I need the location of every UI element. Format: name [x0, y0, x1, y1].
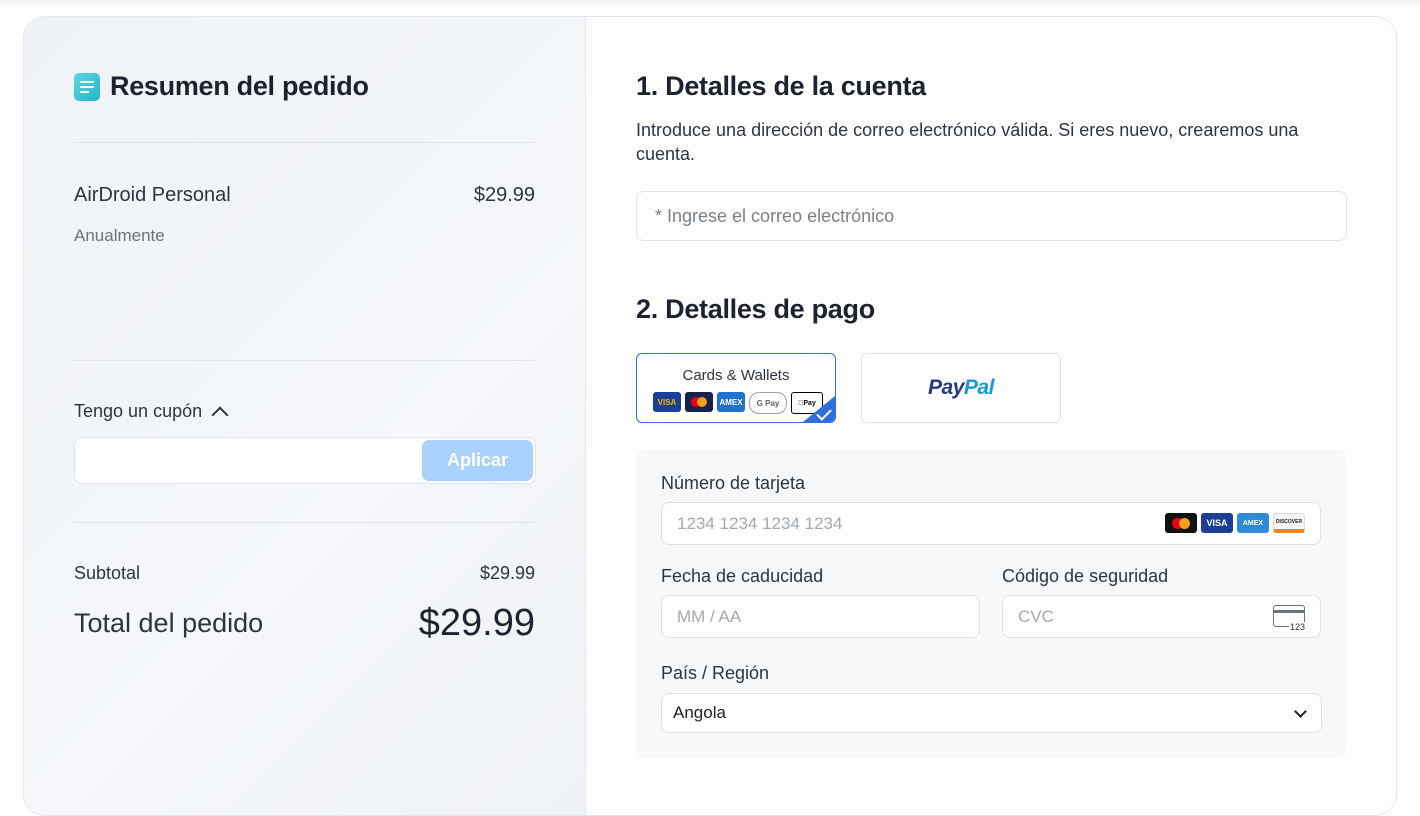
coupon-toggle[interactable]: Tengo un cupón [74, 401, 229, 423]
cards-wallets-label: Cards & Wallets [682, 367, 790, 384]
cvc-label: Código de seguridad [1002, 566, 1169, 586]
top-shadow [0, 0, 1420, 8]
product-name: AirDroid Personal [74, 184, 231, 206]
mastercard-icon [685, 392, 713, 412]
divider [74, 522, 535, 523]
country-select[interactable]: Angola [661, 693, 1322, 733]
expiry-label: Fecha de caducidad [661, 566, 824, 586]
cvc-wrap: 123 [1002, 595, 1321, 638]
divider [74, 142, 535, 143]
visa-icon: VISA [653, 392, 681, 412]
amex-icon: AMEX [717, 392, 745, 412]
account-description: Introduce una dirección de correo electr… [636, 120, 1299, 164]
card-brand-icons: VISA AMEX DISCOVER [1165, 513, 1305, 533]
email-input[interactable] [636, 191, 1347, 241]
total-label: Total del pedido [74, 608, 264, 638]
document-icon [74, 72, 100, 101]
coupon-input[interactable] [75, 438, 443, 483]
google-pay-icon: G Pay [749, 392, 787, 414]
country-label: País / Región [661, 663, 770, 683]
paypal-logo: PayPal [928, 376, 994, 399]
discover-icon: DISCOVER [1273, 513, 1305, 533]
chevron-up-icon [211, 406, 229, 423]
card-logos: VISA AMEX G Pay Pay [653, 392, 823, 414]
checkout-form-panel: 1. Detalles de la cuenta Introduce una d… [586, 17, 1396, 815]
chevron-down-icon [1294, 705, 1307, 718]
coupon-form: Aplicar [74, 437, 536, 484]
product-price: $29.99 [473, 184, 535, 206]
billing-period: Anualmente [74, 226, 165, 245]
total-value: $29.99 [418, 602, 535, 644]
divider [74, 360, 535, 361]
paypal-option[interactable]: PayPal [861, 353, 1061, 423]
payment-heading: 2. Detalles de pago [636, 294, 875, 324]
checkout-card: Resumen del pedido AirDroid Personal $29… [23, 16, 1397, 816]
cvc-card-icon: 123 [1273, 605, 1306, 632]
expiry-input[interactable] [661, 595, 980, 638]
card-number-label: Número de tarjeta [661, 473, 806, 493]
apply-coupon-button[interactable]: Aplicar [422, 440, 533, 481]
account-heading: 1. Detalles de la cuenta [636, 71, 926, 101]
mastercard-icon [1165, 513, 1197, 533]
subtotal-label: Subtotal [74, 563, 141, 583]
coupon-toggle-label: Tengo un cupón [74, 401, 203, 421]
amex-icon: AMEX [1237, 513, 1269, 533]
card-form: Número de tarjeta VISA AMEX DISCOVER Fec… [636, 449, 1347, 758]
card-number-wrap: VISA AMEX DISCOVER [661, 502, 1321, 545]
summary-title: Resumen del pedido [74, 71, 369, 102]
country-selected-value: Angola [673, 703, 726, 722]
summary-heading: Resumen del pedido [110, 71, 369, 101]
subtotal-value: $29.99 [479, 563, 535, 583]
visa-icon: VISA [1201, 513, 1233, 533]
cards-wallets-option[interactable]: Cards & Wallets VISA AMEX G Pay Pay [636, 353, 836, 423]
order-summary-panel: Resumen del pedido AirDroid Personal $29… [24, 17, 586, 815]
